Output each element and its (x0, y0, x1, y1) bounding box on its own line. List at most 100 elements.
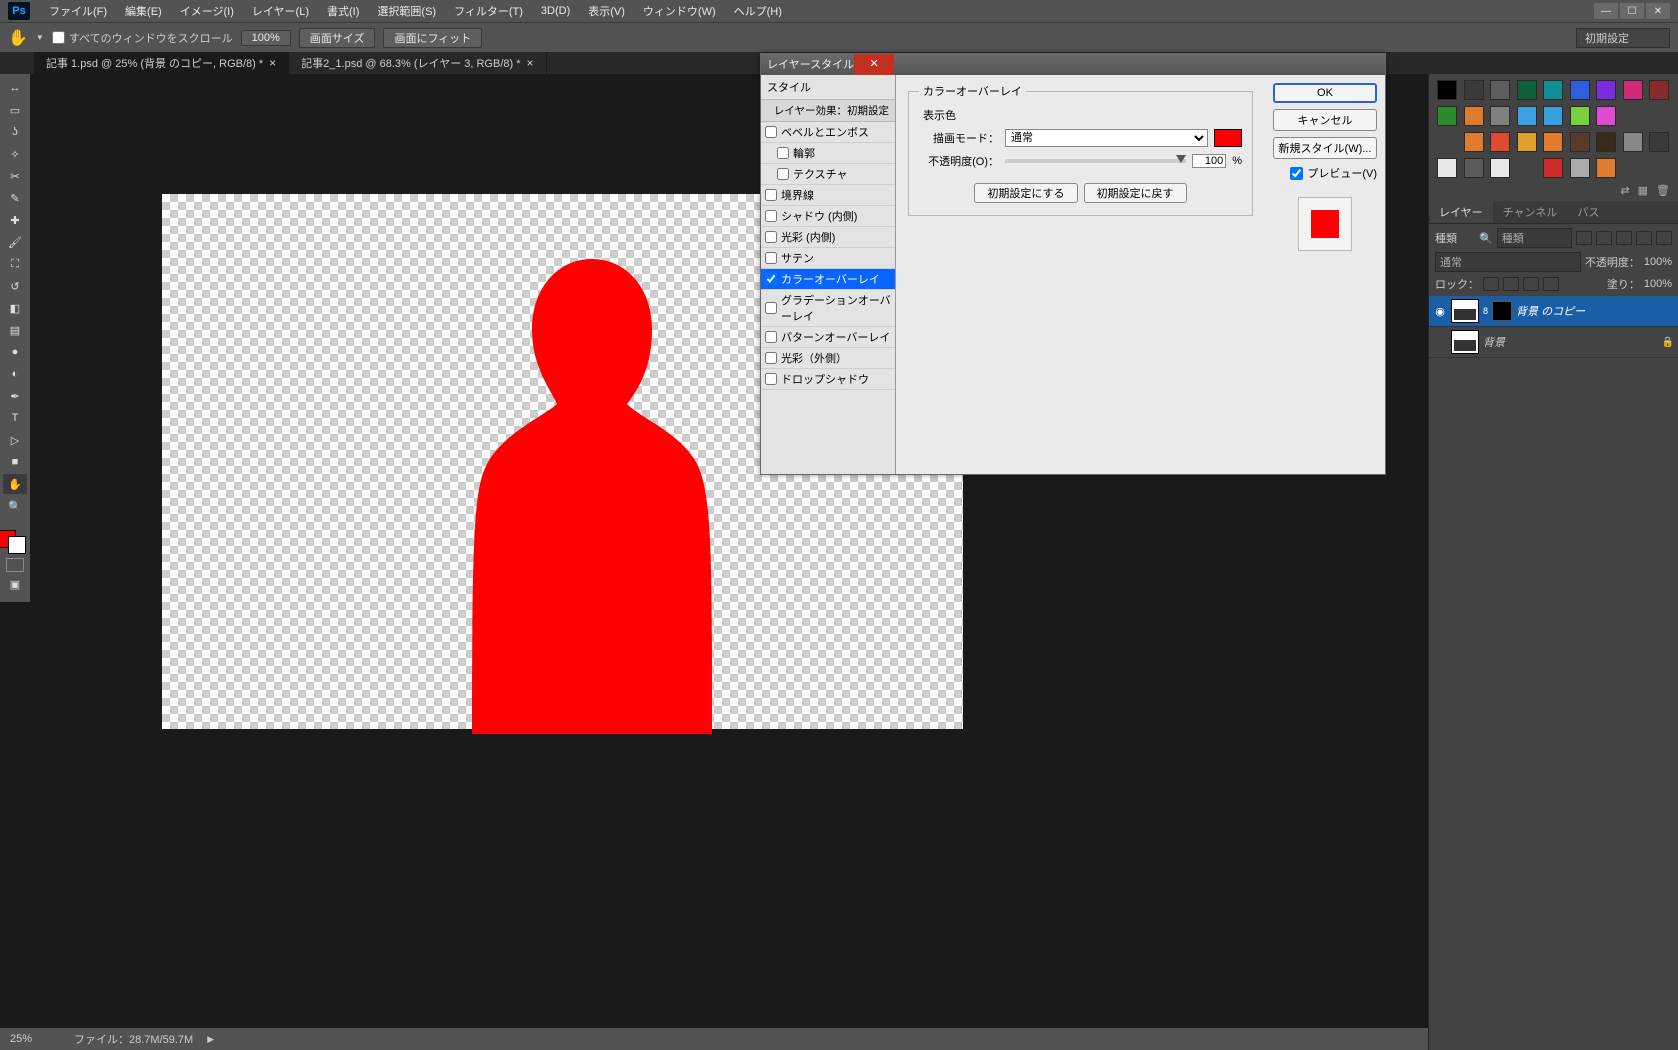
menu-image[interactable]: イメージ(I) (171, 3, 243, 19)
eyedropper-tool-icon[interactable]: ✎ (3, 188, 27, 208)
zoom-tool-icon[interactable]: 🔍 (3, 496, 27, 516)
menu-view[interactable]: 表示(V) (579, 3, 634, 19)
tab-channels[interactable]: チャンネル (1493, 201, 1568, 223)
effect-check[interactable] (765, 331, 777, 343)
doc-tab-1[interactable]: 記事 1.psd @ 25% (背景 のコピー, RGB/8) *× (34, 52, 289, 74)
layer-row[interactable]: ◉ 8 背景 のコピー (1429, 296, 1678, 327)
brush-tool-icon[interactable]: 🖌 (3, 232, 27, 252)
effect-row[interactable]: サテン (761, 248, 895, 269)
panel-switch-icon[interactable]: ⇄ (1620, 184, 1629, 197)
eraser-tool-icon[interactable]: ◧ (3, 298, 27, 318)
swatch[interactable] (1623, 132, 1643, 152)
swatch[interactable] (1543, 80, 1563, 100)
doc-tab-2[interactable]: 記事2_1.psd @ 68.3% (レイヤー 3, RGB/8) *× (289, 52, 546, 74)
swatch[interactable] (1543, 158, 1563, 178)
effect-row[interactable]: 輪郭 (761, 143, 895, 164)
menu-window[interactable]: ウィンドウ(W) (634, 3, 725, 19)
fill-value[interactable]: 100% (1644, 278, 1672, 290)
effect-row[interactable]: 光彩（外側） (761, 348, 895, 369)
swatch[interactable] (1649, 80, 1669, 100)
menu-3d[interactable]: 3D(D) (532, 5, 579, 17)
effect-row[interactable]: 光彩 (内側) (761, 227, 895, 248)
zoom-level[interactable]: 25% (10, 1033, 60, 1045)
effect-check[interactable] (765, 126, 777, 138)
kind-select[interactable]: 種類 (1497, 228, 1572, 248)
wand-tool-icon[interactable]: ✧ (3, 144, 27, 164)
filter-pixel-icon[interactable] (1576, 231, 1592, 245)
effect-row[interactable]: ベベルとエンボス (761, 122, 895, 143)
screenmode-icon[interactable]: ▣ (3, 574, 27, 594)
fit-screen-button[interactable]: 画面にフィット (383, 28, 482, 48)
menu-filter[interactable]: フィルター(T) (445, 3, 532, 19)
layer-row[interactable]: 背景 🔒 (1429, 327, 1678, 358)
effect-row[interactable]: 境界線 (761, 185, 895, 206)
menu-type[interactable]: 書式(I) (318, 3, 368, 19)
swatch[interactable] (1464, 80, 1484, 100)
menu-layer[interactable]: レイヤー(L) (243, 3, 318, 19)
dodge-tool-icon[interactable]: ◐ (3, 364, 27, 384)
swatch[interactable] (1570, 132, 1590, 152)
trash-icon[interactable]: 🗑 (1656, 184, 1670, 197)
background-color[interactable] (8, 536, 26, 554)
actual-size-button[interactable]: 画面サイズ (299, 28, 376, 48)
color-swatches[interactable] (2, 526, 28, 552)
swatch[interactable] (1517, 132, 1537, 152)
filter-adjust-icon[interactable] (1596, 231, 1612, 245)
tab-paths[interactable]: パス (1567, 201, 1609, 223)
swatch[interactable] (1517, 80, 1537, 100)
effect-check[interactable] (765, 231, 777, 243)
make-default-button[interactable]: 初期設定にする (974, 183, 1077, 203)
effect-check[interactable] (765, 210, 777, 222)
swatch[interactable] (1649, 132, 1669, 152)
blend-select[interactable]: 通常 (1435, 252, 1581, 272)
layer-thumb[interactable] (1451, 299, 1479, 323)
effect-check[interactable] (765, 352, 777, 364)
dropdown-icon[interactable]: ▼ (36, 33, 44, 42)
opacity-value[interactable]: 100% (1644, 256, 1672, 268)
ok-button[interactable]: OK (1273, 83, 1377, 103)
effect-row[interactable]: ドロップシャドウ (761, 369, 895, 390)
effect-check[interactable] (765, 189, 777, 201)
swatch[interactable] (1517, 106, 1537, 126)
maximize-icon[interactable]: ☐ (1620, 3, 1644, 19)
close-app-icon[interactable]: ✕ (1646, 3, 1670, 19)
filter-smart-icon[interactable] (1656, 231, 1672, 245)
lasso-tool-icon[interactable]: ʖ (3, 122, 27, 142)
lock-all-icon[interactable] (1543, 277, 1559, 291)
new-swatch-icon[interactable]: ▦ (1638, 184, 1648, 197)
opacity-input[interactable] (1192, 154, 1226, 168)
opacity-slider[interactable] (1005, 159, 1186, 163)
blur-tool-icon[interactable]: ● (3, 342, 27, 362)
reset-default-button[interactable]: 初期設定に戻す (1084, 183, 1187, 203)
swatch[interactable] (1570, 106, 1590, 126)
marquee-tool-icon[interactable]: ▭ (3, 100, 27, 120)
swatch[interactable] (1543, 106, 1563, 126)
swatch[interactable] (1437, 106, 1457, 126)
swatch[interactable] (1596, 158, 1616, 178)
crop-tool-icon[interactable]: ✂ (3, 166, 27, 186)
blend-mode-select[interactable]: 通常 (1005, 129, 1208, 147)
shape-tool-icon[interactable]: ■ (3, 452, 27, 472)
swatch[interactable] (1437, 80, 1457, 100)
heal-tool-icon[interactable]: ✚ (3, 210, 27, 230)
file-size[interactable]: ファイル：28.7M/59.7M (74, 1031, 193, 1047)
close-tab-icon[interactable]: × (269, 56, 276, 70)
menu-file[interactable]: ファイル(F) (40, 3, 116, 19)
lock-pos-icon[interactable] (1523, 277, 1539, 291)
minimize-icon[interactable]: — (1594, 3, 1618, 19)
effect-row[interactable]: シャドウ (内側) (761, 206, 895, 227)
scroll-all-check[interactable]: すべてのウィンドウをスクロール (52, 30, 233, 46)
effect-row[interactable]: グラデーションオーバーレイ (761, 290, 895, 327)
effect-check[interactable] (777, 147, 789, 159)
swatch[interactable] (1490, 106, 1510, 126)
swatch[interactable] (1543, 132, 1563, 152)
styles-header[interactable]: スタイル (761, 75, 895, 100)
gradient-tool-icon[interactable]: ▤ (3, 320, 27, 340)
swatch[interactable] (1464, 158, 1484, 178)
search-icon[interactable]: 🔍 (1479, 232, 1493, 245)
dialog-titlebar[interactable]: レイヤースタイル ✕ (761, 54, 1385, 75)
filter-shape-icon[interactable] (1636, 231, 1652, 245)
menu-select[interactable]: 選択範囲(S) (368, 3, 445, 19)
effect-check[interactable] (765, 252, 777, 264)
swatch[interactable] (1464, 106, 1484, 126)
